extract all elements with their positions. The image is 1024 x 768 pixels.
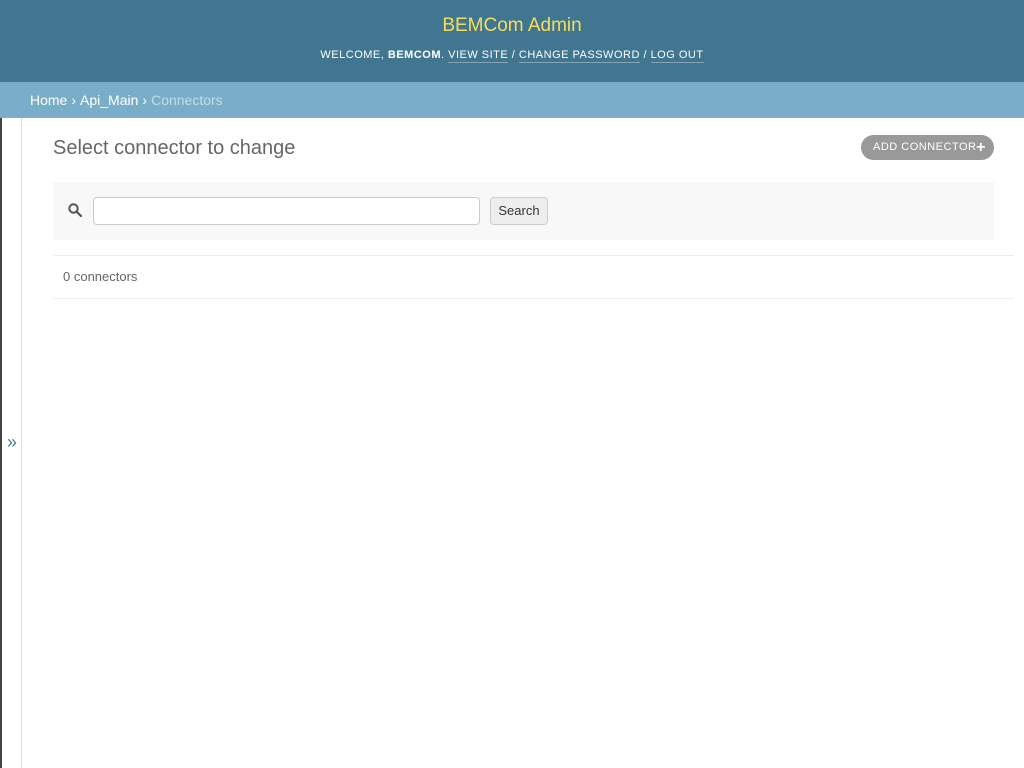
log-out-link[interactable]: LOG OUT — [650, 49, 704, 63]
breadcrumb: Home › Api_Main › Connectors — [0, 82, 1024, 118]
result-count: 0 connectors — [53, 255, 1014, 299]
breadcrumb-home[interactable]: Home — [30, 92, 67, 108]
add-connector-label: ADD CONNECTOR — [873, 141, 977, 153]
breadcrumb-app[interactable]: Api_Main — [80, 92, 138, 108]
username: BEMCOM — [387, 49, 441, 61]
page-title: Select connector to change — [53, 137, 296, 159]
separator: / — [639, 49, 651, 61]
add-connector-button[interactable]: ADD CONNECTOR + — [861, 135, 994, 160]
search-button[interactable]: Search — [490, 197, 548, 225]
welcome-prefix: WELCOME, — [320, 49, 388, 61]
nav-sidebar-toggle[interactable]: » — [0, 118, 22, 768]
user-tools: WELCOME, BEMCOM. VIEW SITE / CHANGE PASS… — [0, 49, 1024, 63]
plus-icon: + — [976, 139, 986, 156]
expand-sidebar-icon: » — [7, 432, 18, 452]
search-input[interactable] — [93, 197, 480, 225]
separator: / — [508, 49, 519, 61]
breadcrumb-separator: › — [71, 92, 77, 108]
breadcrumb-current: Connectors — [151, 92, 223, 108]
search-icon — [68, 203, 82, 217]
view-site-link[interactable]: VIEW SITE — [448, 49, 509, 63]
header: BEMCom Admin WELCOME, BEMCOM. VIEW SITE … — [0, 0, 1024, 82]
site-name[interactable]: BEMCom Admin — [0, 15, 1024, 37]
breadcrumb-separator: › — [142, 92, 148, 108]
change-password-link[interactable]: CHANGE PASSWORD — [518, 49, 640, 63]
search-toolbar: Search — [53, 182, 994, 240]
